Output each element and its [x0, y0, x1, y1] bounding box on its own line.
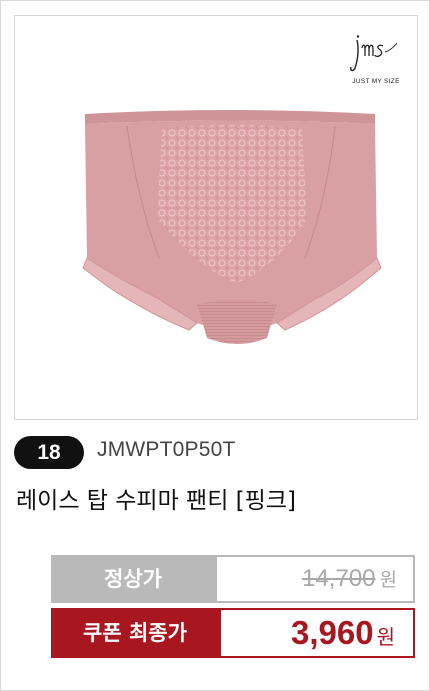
regular-price-box: 14,700 원 — [215, 555, 415, 603]
final-price-label-box: 쿠폰 최종가 — [51, 608, 223, 658]
panty-illustration — [82, 110, 382, 344]
regular-price-unit: 원 — [379, 570, 397, 591]
product-image[interactable]: JUST MY SIZE — [14, 15, 418, 420]
brand-logo: JUST MY SIZE — [345, 34, 403, 96]
regular-price-label: 정상가 — [51, 555, 215, 603]
final-price-value: 3,960 — [291, 614, 374, 651]
final-price-unit: 원 — [376, 627, 395, 649]
product-name[interactable]: 레이스 탑 수피마 팬티 [핑크] — [16, 481, 296, 515]
regular-price-row: 정상가 14,700 원 — [51, 555, 415, 603]
final-price: 3,960 원 — [291, 614, 395, 652]
brand-tagline: JUST MY SIZE — [352, 78, 400, 85]
regular-price: 14,700 원 — [302, 565, 397, 593]
final-price-row: 쿠폰 최종가 3,960 원 — [51, 608, 415, 658]
product-code: JMWPT0P50T — [97, 438, 236, 461]
product-card[interactable]: JUST MY SIZE 18 JMWPT0P50T 레이스 탑 수피마 팬티 … — [0, 0, 430, 691]
final-price-label: 쿠폰 최종가 — [83, 621, 187, 645]
rank-badge: 18 — [14, 436, 84, 469]
regular-price-value: 14,700 — [302, 565, 376, 592]
final-price-box: 3,960 원 — [219, 608, 415, 658]
jms-logo-mark — [350, 35, 398, 72]
